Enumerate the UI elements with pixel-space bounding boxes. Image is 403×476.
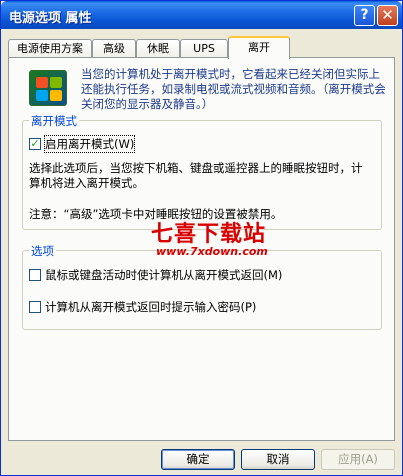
title-bar[interactable]: 电源选项 属性 ? ✕ xyxy=(1,1,402,29)
tab-advanced[interactable]: 高级 xyxy=(92,39,136,58)
cancel-button[interactable]: 取消 xyxy=(241,449,315,470)
help-icon: ? xyxy=(360,7,369,23)
dialog-window: 电源选项 属性 ? ✕ 电源使用方案 高级 休眠 UPS 离开 当您的计算机处于… xyxy=(0,0,403,476)
intro-text: 当您的计算机处于离开模式时，它看起来已经关闭但实际上还能执行任务，如录制电视或流… xyxy=(81,67,386,111)
ok-button[interactable]: 确定 xyxy=(161,449,235,470)
prompt-password-label[interactable]: 计算机从离开模式返回时提示输入密码(P) xyxy=(45,299,256,315)
windows-xp-logo-icon xyxy=(29,70,67,106)
away-mode-description: 选择此选项后，当您按下机箱、键盘或遥控器上的睡眠按钮时，计算机将进入离开模式。 xyxy=(29,161,363,190)
prompt-password-checkbox[interactable] xyxy=(29,301,41,313)
window-title: 电源选项 属性 xyxy=(9,11,92,26)
options-group-title: 选项 xyxy=(29,243,56,259)
wake-on-input-label[interactable]: 鼠标或键盘活动时使计算机从离开模式返回(M) xyxy=(45,267,282,283)
enable-away-mode-checkbox[interactable]: ✓ xyxy=(29,138,41,150)
tab-away[interactable]: 离开 xyxy=(228,36,290,59)
watermark-url: www.7xdown.com xyxy=(156,245,268,258)
tab-hibernate[interactable]: 休眠 xyxy=(136,39,180,58)
enable-away-mode-label[interactable]: 启用离开模式(W) xyxy=(43,135,136,153)
away-mode-group: 离开模式 ✓ 启用离开模式(W) 选择此选项后，当您按下机箱、键盘或遥控器上的睡… xyxy=(22,113,382,230)
tab-power-schemes[interactable]: 电源使用方案 xyxy=(8,39,92,58)
apply-button[interactable]: 应用(A) xyxy=(321,449,395,470)
wake-on-input-checkbox[interactable] xyxy=(29,269,41,281)
help-button[interactable]: ? xyxy=(354,5,375,26)
watermark-logo: 七喜下载站 xyxy=(151,221,267,247)
tab-ups[interactable]: UPS xyxy=(180,39,228,58)
close-button[interactable]: ✕ xyxy=(377,5,398,26)
checkmark-icon: ✓ xyxy=(30,137,40,150)
away-mode-group-title: 离开模式 xyxy=(29,113,79,129)
close-icon: ✕ xyxy=(381,6,394,24)
options-group: 选项 鼠标或键盘活动时使计算机从离开模式返回(M) 计算机从离开模式返回时提示输… xyxy=(22,243,382,330)
